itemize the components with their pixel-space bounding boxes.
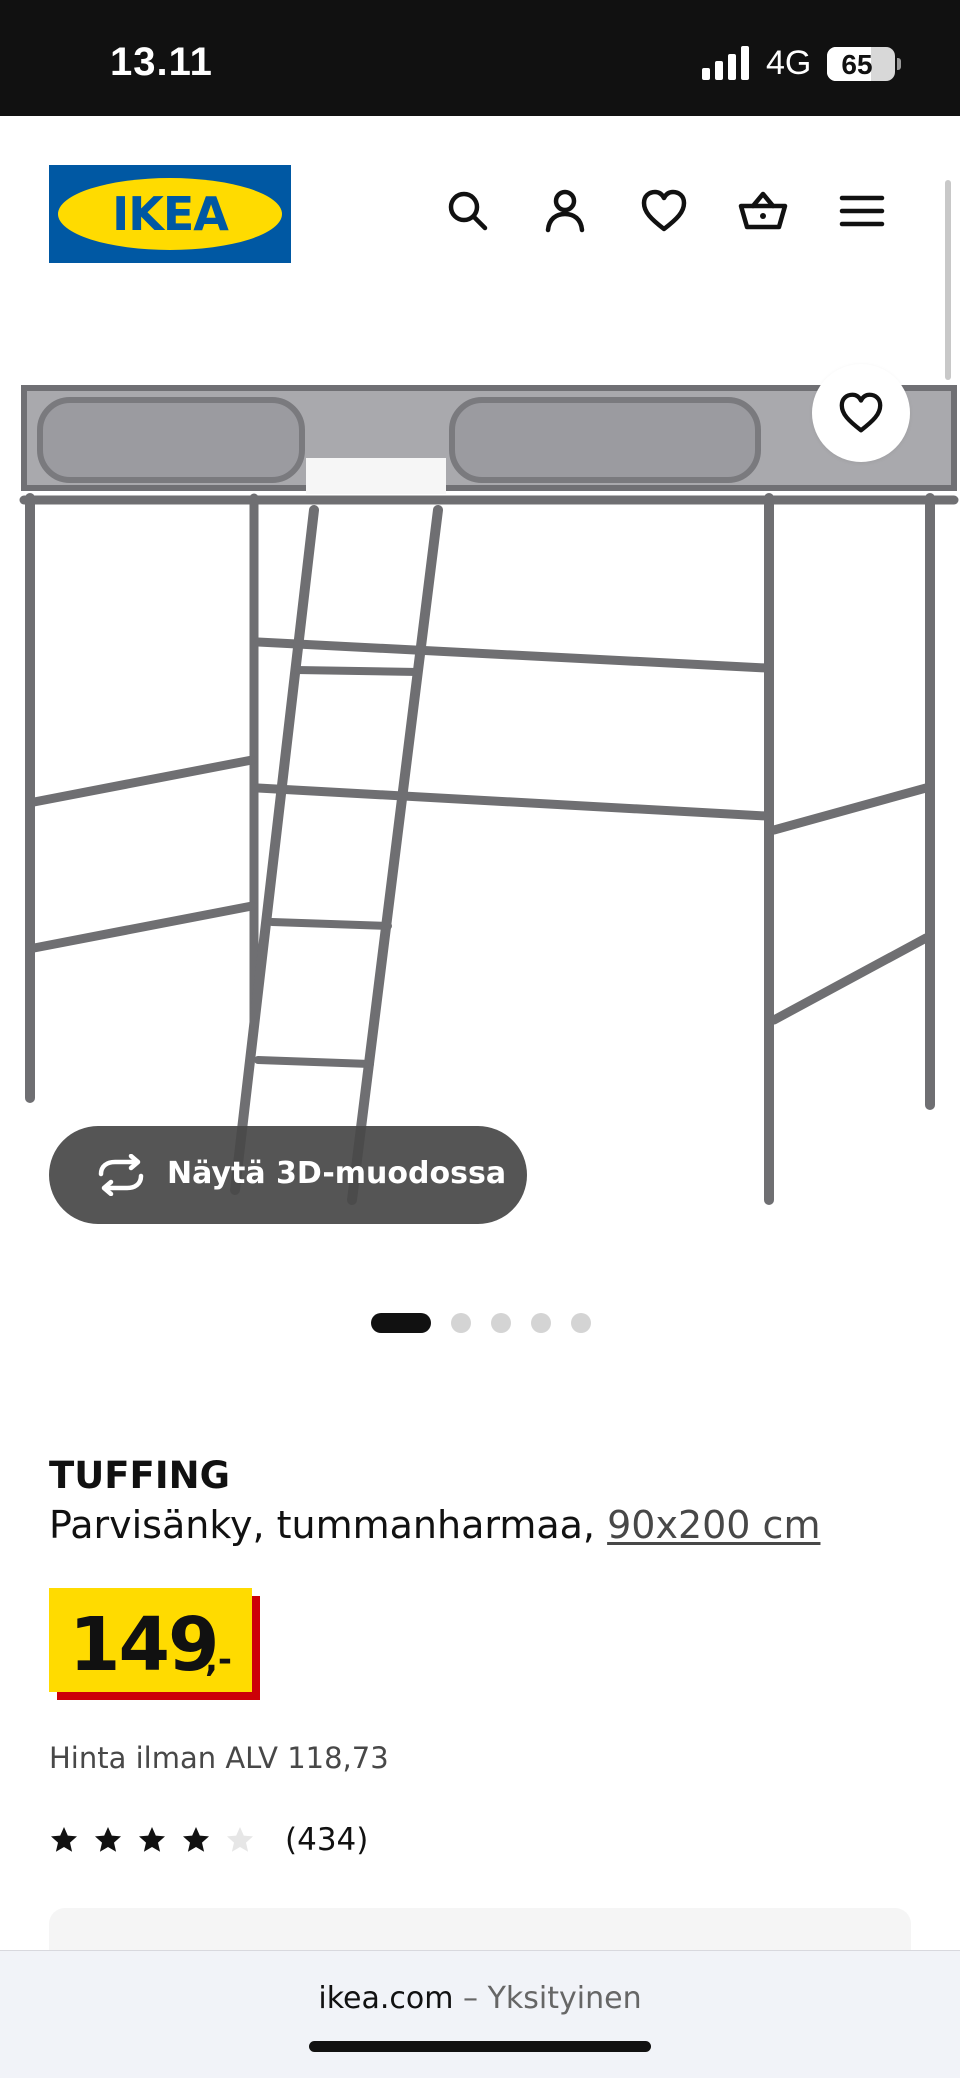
battery-tip [897,58,901,70]
view-3d-label: Näytä 3D-muodossa [167,1156,507,1191]
gallery-dot[interactable] [531,1313,551,1333]
product-name: TUFFING [49,1454,230,1497]
basket-icon[interactable] [738,186,788,236]
url-separator: – [463,1981,479,2016]
status-bar: 13.11 4G 65 [0,0,960,116]
product-description: Parvisänky, tummanharmaa, 90x200 cm [49,1503,820,1547]
gallery-dot[interactable] [571,1313,591,1333]
signal-icon [702,46,749,80]
price-without-vat: Hinta ilman ALV 118,73 [49,1741,389,1775]
favourites-icon[interactable] [639,186,689,236]
home-indicator[interactable] [309,2041,651,2052]
star-empty-icon [227,1827,253,1852]
network-label: 4G [766,44,812,82]
account-icon[interactable] [540,186,590,236]
url-host: ikea.com [318,1981,454,2016]
logo-text: IKEA [112,187,229,241]
price-suffix: ,- [205,1640,233,1680]
browser-address-bar[interactable]: ikea.com – Yksityinen [0,1950,960,2078]
review-count: (434) [285,1822,369,1858]
battery-level: 65 [841,49,873,80]
menu-icon[interactable] [837,186,887,236]
private-mode-label: Yksityinen [487,1981,642,2016]
search-icon[interactable] [443,186,493,236]
star-filled-icon [183,1827,209,1852]
view-3d-button[interactable]: Näytä 3D-muodossa [49,1126,527,1224]
gallery-dot[interactable] [371,1313,431,1333]
star-filled-icon [139,1827,165,1852]
battery-icon: 65 [827,47,895,81]
gallery-dot[interactable] [491,1313,511,1333]
rating-stars [49,1825,255,1855]
star-filled-icon [95,1827,121,1852]
status-time: 13.11 [110,40,213,84]
price-tag: 149 ,- [49,1588,260,1700]
heart-icon [839,392,883,433]
star-filled-icon [51,1827,77,1852]
product-image[interactable] [0,370,960,1250]
product-type: Parvisänky, tummanharmaa, [49,1503,596,1547]
ikea-logo[interactable]: IKEA [49,165,291,263]
rotate-3d-icon [98,1154,144,1196]
size-link[interactable]: 90x200 cm [607,1503,820,1547]
price-value: 149 [69,1602,219,1688]
gallery-dot[interactable] [451,1313,471,1333]
product-rating[interactable]: (434) [49,1822,368,1858]
gallery-pagination [371,1313,591,1333]
add-to-favourites-button[interactable] [812,364,910,462]
page-scrollbar[interactable] [945,180,951,380]
